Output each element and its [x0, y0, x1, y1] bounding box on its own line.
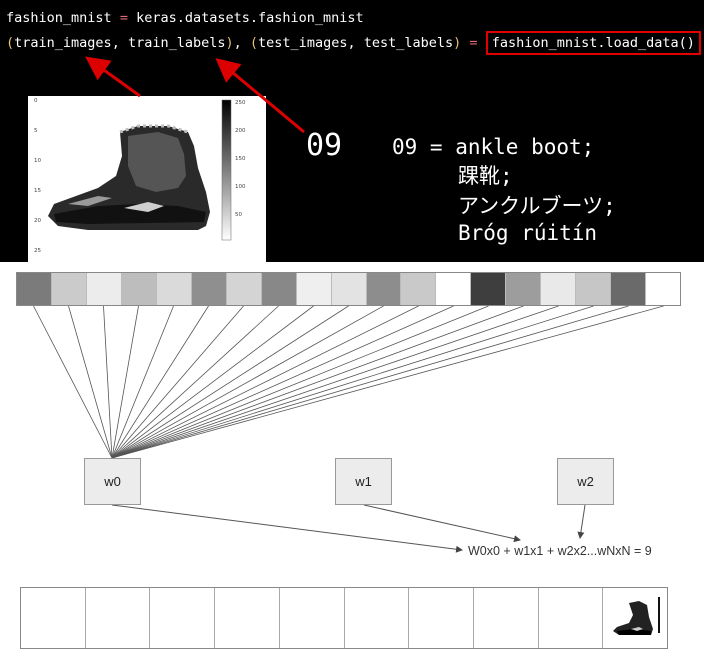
w2-to-formula-arrow: [577, 504, 586, 539]
fan-line: [111, 305, 349, 459]
output-cell: [86, 588, 151, 648]
output-cell: [280, 588, 345, 648]
output-cell: [409, 588, 474, 648]
fan-line: [33, 305, 113, 459]
weighted-sum-formula: W0x0 + w1x1 + w2x2...wNxN = 9: [468, 544, 652, 558]
fan-line: [111, 305, 629, 459]
output-cell: [603, 588, 667, 648]
weight-box-w0: w0: [84, 458, 141, 505]
output-cell: [474, 588, 539, 648]
fan-line: [68, 305, 113, 459]
output-cell: [345, 588, 410, 648]
fan-line: [111, 305, 524, 459]
fan-line: [111, 305, 139, 459]
w1-to-formula-arrow: [363, 504, 521, 543]
fan-line: [111, 305, 594, 459]
train-images-arrow: [85, 56, 141, 98]
train-labels-arrow: [215, 58, 305, 134]
boot-thumbnail-icon: [609, 593, 661, 645]
weight-box-w1: w1: [335, 458, 392, 505]
pixel-to-w0-lines: [33, 305, 664, 459]
output-cell: [539, 588, 604, 648]
output-cell: [150, 588, 216, 648]
output-cell: [215, 588, 280, 648]
fan-line: [111, 305, 489, 459]
w0-to-formula-arrow: [111, 504, 463, 553]
output-cell: [21, 588, 86, 648]
fan-line: [111, 305, 559, 459]
fan-line: [111, 305, 419, 459]
fan-line: [111, 305, 384, 459]
weight-box-w2: w2: [557, 458, 614, 505]
output-row: [20, 587, 668, 649]
fan-line: [103, 305, 113, 459]
